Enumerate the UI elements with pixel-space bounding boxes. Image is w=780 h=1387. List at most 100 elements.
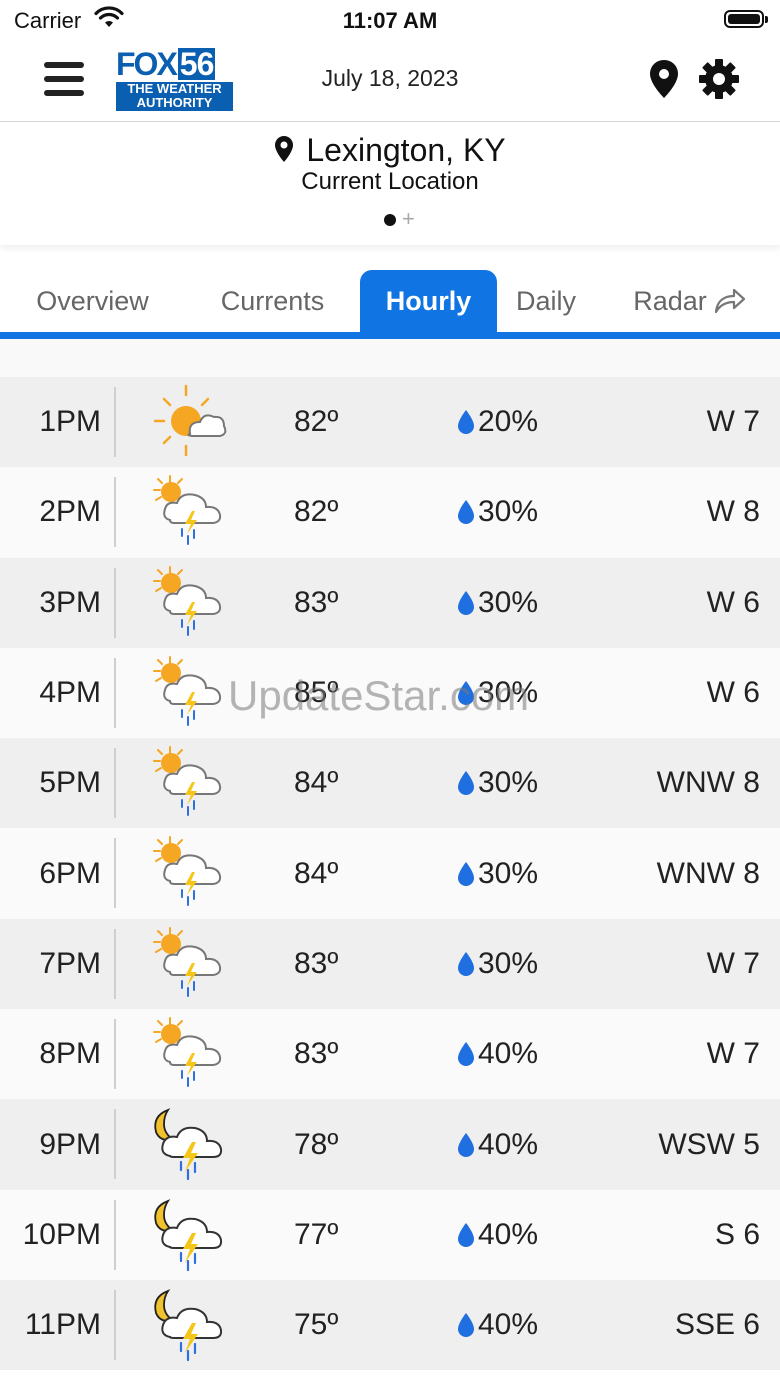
precip-value: 30% <box>478 676 539 710</box>
hour-label: 1PM <box>39 405 101 439</box>
tab-radar-label: Radar <box>633 286 707 316</box>
precip-chance: 40% <box>456 1099 538 1189</box>
hour-label: 9PM <box>39 1127 101 1161</box>
hourly-row[interactable]: 9PM 78º 40% WSW 5 <box>0 1099 780 1190</box>
hour-label: 6PM <box>39 856 101 890</box>
raindrop-icon <box>458 1222 474 1247</box>
temperature: 78º <box>294 1127 339 1161</box>
tab-daily[interactable]: Daily <box>500 270 592 332</box>
sun-thunderstorm-icon <box>150 1016 230 1092</box>
app-header: FOX 56 THE WEATHER AUTHORITY July 18, 20… <box>0 40 780 122</box>
hour-label: 5PM <box>39 766 101 800</box>
hourly-row[interactable]: 10PM 77º 40% S 6 <box>0 1189 780 1280</box>
partly-sunny-icon <box>150 384 230 460</box>
temperature: 75º <box>294 1308 339 1342</box>
raindrop-icon <box>458 951 474 976</box>
precip-value: 30% <box>478 495 539 529</box>
location-name: Lexington, KY <box>306 132 506 168</box>
temperature: 84º <box>294 856 339 890</box>
tab-hourly[interactable]: Hourly <box>360 270 497 332</box>
precip-chance: 30% <box>456 738 538 828</box>
wind: W 7 <box>706 1037 760 1071</box>
raindrop-icon <box>458 410 474 435</box>
hourly-row[interactable]: 4PM 85º 30% W 6 <box>0 647 780 739</box>
row-divider <box>114 657 116 728</box>
hourly-row[interactable]: 2PM 82º 30% W 8 <box>0 467 780 558</box>
hourly-row[interactable]: 3PM 83º 30% W 6 <box>0 557 780 648</box>
status-bar: Carrier 11:07 AM <box>0 0 780 40</box>
precip-chance: 30% <box>456 648 538 738</box>
sun-thunderstorm-icon <box>150 474 230 550</box>
precip-value: 40% <box>478 1217 539 1251</box>
moon-thunderstorm-icon <box>150 1106 230 1182</box>
hourly-row[interactable]: 6PM 84º 30% WNW 8 <box>0 828 780 919</box>
precip-chance: 30% <box>456 558 538 648</box>
temperature: 83º <box>294 946 339 980</box>
raindrop-icon <box>458 861 474 886</box>
raindrop-icon <box>458 500 474 525</box>
hourly-row[interactable]: 7PM 83º 30% W 7 <box>0 918 780 1010</box>
temperature: 83º <box>294 585 339 619</box>
precip-value: 30% <box>478 585 539 619</box>
hourly-row[interactable]: 5PM 84º 30% WNW 8 <box>0 738 780 829</box>
wind: S 6 <box>714 1217 760 1251</box>
clock: 11:07 AM <box>342 8 438 33</box>
tab-radar[interactable]: Radar <box>615 270 765 332</box>
hour-label: 4PM <box>39 676 101 710</box>
hourly-list: 1PM 82º 20% W 7 2PM 82º 30% W 8 3PM 83º 30% W 6 4PM 8… <box>0 377 780 1371</box>
precip-chance: 40% <box>456 1190 538 1280</box>
sun-thunderstorm-icon <box>150 835 230 911</box>
sun-thunderstorm-icon <box>150 745 230 821</box>
sun-thunderstorm-icon <box>150 926 230 1002</box>
hourly-row[interactable]: 8PM 83º 40% W 7 <box>0 1009 780 1100</box>
hour-label: 2PM <box>39 495 101 529</box>
hourly-row[interactable]: 11PM 75º 40% SSE 6 <box>0 1279 780 1371</box>
temperature: 82º <box>294 495 339 529</box>
precip-chance: 20% <box>456 377 538 467</box>
temperature: 85º <box>294 676 339 710</box>
hour-label: 10PM <box>22 1217 101 1251</box>
temperature: 82º <box>294 405 339 439</box>
raindrop-icon <box>458 1313 474 1338</box>
row-divider <box>114 1199 116 1270</box>
raindrop-icon <box>458 1132 474 1157</box>
wind: W 6 <box>706 585 760 619</box>
raindrop-icon <box>458 1042 474 1067</box>
location-pin-icon[interactable] <box>648 58 680 100</box>
precip-value: 30% <box>478 946 539 980</box>
hourly-row[interactable]: 1PM 82º 20% W 7 <box>0 377 780 468</box>
moon-thunderstorm-icon <box>150 1197 230 1273</box>
precip-chance: 30% <box>456 828 538 918</box>
location-pin-icon <box>275 135 294 162</box>
gear-icon[interactable] <box>698 58 740 100</box>
tab-overview[interactable]: Overview <box>10 270 175 332</box>
precip-value: 40% <box>478 1037 539 1071</box>
row-divider <box>114 477 116 548</box>
tab-bar: Overview Currents Hourly Daily Radar <box>0 270 780 332</box>
raindrop-icon <box>458 681 474 706</box>
hour-label: 3PM <box>39 585 101 619</box>
row-divider <box>114 1289 116 1360</box>
wind: WSW 5 <box>658 1127 760 1161</box>
precip-value: 40% <box>478 1127 539 1161</box>
location-subtitle: Current Location <box>301 168 479 195</box>
hour-label: 7PM <box>39 946 101 980</box>
row-divider <box>114 748 116 819</box>
wind: WNW 8 <box>656 766 760 800</box>
precip-value: 30% <box>478 766 539 800</box>
hour-label: 8PM <box>39 1037 101 1071</box>
sun-thunderstorm-icon <box>150 655 230 731</box>
temperature: 83º <box>294 1037 339 1071</box>
wind: W 6 <box>706 676 760 710</box>
row-divider <box>114 928 116 999</box>
raindrop-icon <box>458 771 474 796</box>
precip-value: 20% <box>478 405 539 439</box>
precip-value: 30% <box>478 856 539 890</box>
sun-thunderstorm-icon <box>150 565 230 641</box>
row-divider <box>114 387 116 457</box>
add-location-indicator[interactable]: + <box>402 206 415 232</box>
tab-currents[interactable]: Currents <box>190 270 355 332</box>
wind: W 8 <box>706 495 760 529</box>
wind: W 7 <box>706 405 760 439</box>
wind: SSE 6 <box>674 1308 760 1342</box>
